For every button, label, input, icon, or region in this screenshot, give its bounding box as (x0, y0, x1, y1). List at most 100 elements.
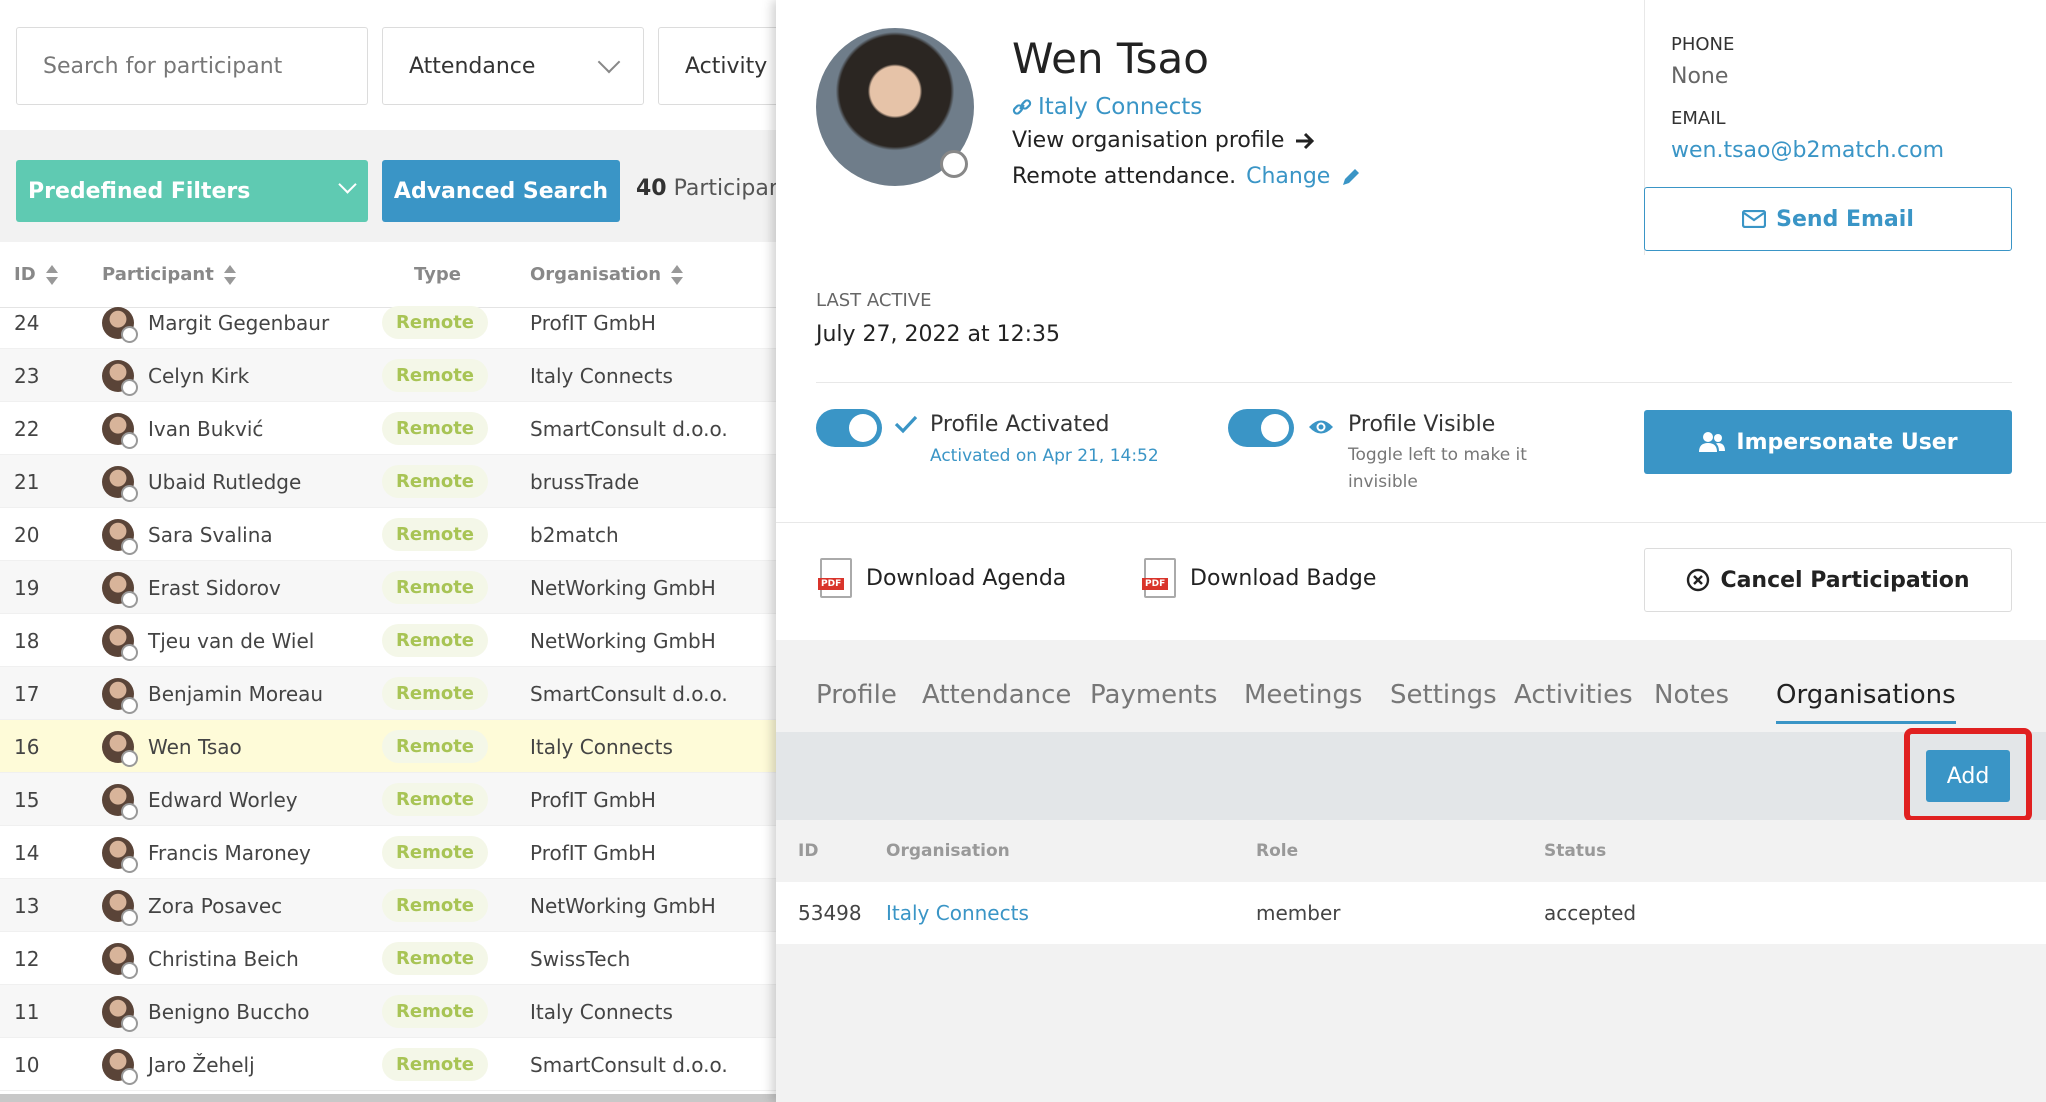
pencil-icon[interactable] (1340, 166, 1362, 188)
header-organisation[interactable]: Organisation (530, 264, 684, 285)
phone-label: PHONE (1671, 34, 1735, 55)
header-participant[interactable]: Participant (102, 264, 236, 285)
participant-count-label: Participan (673, 176, 776, 201)
row-participant[interactable]: Sara Svalina (102, 508, 273, 561)
table-row[interactable]: 19 Erast Sidorov Remote NetWorking GmbH (0, 561, 776, 614)
tab-profile[interactable]: Profile (816, 680, 897, 710)
table-row[interactable]: 22 Ivan Bukvić Remote SmartConsult d.o.o. (0, 402, 776, 455)
download-badge-link[interactable]: Download Badge (1142, 558, 1376, 598)
profile-activated-label: Profile Activated (930, 412, 1110, 437)
search-input[interactable]: Search for participant (16, 27, 368, 105)
row-participant[interactable]: Margit Gegenbaur (102, 296, 329, 349)
eye-icon (1309, 420, 1333, 434)
table-row[interactable]: 18 Tjeu van de Wiel Remote NetWorking GmbH (0, 614, 776, 667)
predefined-filters-button[interactable]: Predefined Filters (16, 160, 368, 222)
tab-attendance[interactable]: Attendance (922, 680, 1071, 710)
type-badge: Remote (382, 624, 489, 657)
users-icon (1699, 432, 1726, 452)
view-organisation-link[interactable]: View organisation profile (1012, 128, 1316, 153)
row-participant[interactable]: Francis Maroney (102, 826, 311, 879)
row-organisation: ProfIT GmbH (530, 310, 656, 335)
impersonate-user-button[interactable]: Impersonate User (1644, 410, 2012, 474)
pdf-icon (818, 558, 852, 598)
table-row[interactable]: 17 Benjamin Moreau Remote SmartConsult d.o.… (0, 667, 776, 720)
attendance-text: Remote attendance. (1012, 164, 1237, 189)
row-organisation: ProfIT GmbH (530, 840, 656, 865)
profile-visible-hint: Toggle left to make it invisible (1348, 445, 1527, 492)
table-row[interactable]: 11 Benigno Buccho Remote Italy Connects (0, 985, 776, 1038)
table-row[interactable]: 14 Francis Maroney Remote ProfIT GmbH (0, 826, 776, 879)
row-participant[interactable]: Wen Tsao (102, 720, 242, 773)
org-status: accepted (1544, 901, 1637, 925)
row-participant[interactable]: Benjamin Moreau (102, 667, 323, 720)
tab-activities[interactable]: Activities (1514, 680, 1633, 710)
row-type: Remote (382, 349, 489, 402)
last-active-label: LAST ACTIVE (816, 290, 932, 311)
table-row[interactable]: 15 Edward Worley Remote ProfIT GmbH (0, 773, 776, 826)
avatar (102, 306, 138, 343)
horizontal-scrollbar[interactable] (0, 1094, 776, 1102)
avatar (102, 624, 138, 661)
add-organisation-button[interactable]: Add (1926, 750, 2010, 802)
table-row[interactable]: 20 Sara Svalina Remote b2match (0, 508, 776, 561)
row-participant[interactable]: Zora Posavec (102, 879, 282, 932)
arrow-right-icon (1296, 132, 1315, 149)
table-row[interactable]: 21 Ubaid Rutledge Remote brussTrade (0, 455, 776, 508)
row-participant-name: Jaro Žehelj (148, 1052, 255, 1077)
table-row[interactable]: 12 Christina Beich Remote SwissTech (0, 932, 776, 985)
activity-select-label: Activity (685, 53, 768, 79)
profile-visible-toggle[interactable] (1228, 409, 1294, 447)
row-participant[interactable]: Ubaid Rutledge (102, 455, 301, 508)
activity-select[interactable]: Activity (658, 27, 776, 105)
table-row[interactable]: 23 Celyn Kirk Remote Italy Connects (0, 349, 776, 402)
advanced-search-button[interactable]: Advanced Search (382, 160, 620, 222)
row-participant[interactable]: Benigno Buccho (102, 985, 310, 1038)
row-participant[interactable]: Celyn Kirk (102, 349, 249, 402)
tab-settings[interactable]: Settings (1390, 680, 1497, 710)
tab-meetings[interactable]: Meetings (1244, 680, 1362, 710)
table-row[interactable]: 13 Zora Posavec Remote NetWorking GmbH (0, 879, 776, 932)
row-participant[interactable]: Ivan Bukvić (102, 402, 263, 455)
avatar (102, 412, 138, 449)
row-participant[interactable]: Edward Worley (102, 773, 298, 826)
participants-panel: Search for participant Attendance Activi… (0, 0, 776, 1102)
download-agenda-link[interactable]: Download Agenda (818, 558, 1066, 598)
avatar (102, 677, 138, 714)
org-id: 53498 (798, 901, 862, 925)
row-type: Remote (382, 1038, 489, 1091)
tab-notes[interactable]: Notes (1654, 680, 1729, 710)
attendance-select[interactable]: Attendance (382, 27, 644, 105)
row-participant[interactable]: Erast Sidorov (102, 561, 281, 614)
row-organisation: ProfIT GmbH (530, 787, 656, 812)
tab-organisations[interactable]: Organisations (1776, 680, 1956, 724)
type-badge: Remote (382, 518, 489, 551)
cancel-participation-button[interactable]: Cancel Participation (1644, 548, 2012, 612)
row-id: 11 (14, 999, 40, 1024)
header-id[interactable]: ID (14, 264, 58, 285)
profile-activated-toggle[interactable] (816, 409, 882, 447)
type-badge: Remote (382, 465, 489, 498)
tab-bar: Profile Attendance Payments Meetings Setting… (776, 640, 2046, 732)
org-name-link[interactable]: Italy Connects (886, 882, 1029, 944)
tab-payments[interactable]: Payments (1090, 680, 1217, 710)
organisations-toolbar (776, 732, 2046, 820)
table-row[interactable]: 10 Jaro Žehelj Remote SmartConsult d.o.o. (0, 1038, 776, 1091)
row-participant[interactable]: Tjeu van de Wiel (102, 614, 314, 667)
send-email-button[interactable]: Send Email (1644, 187, 2012, 251)
table-row[interactable]: 16 Wen Tsao Remote Italy Connects (0, 720, 776, 773)
row-type: Remote (382, 667, 489, 720)
chevron-down-icon (597, 50, 621, 74)
row-participant-name: Zora Posavec (148, 893, 283, 918)
row-type: Remote (382, 932, 489, 985)
organisation-link[interactable]: Italy Connects (1012, 94, 1202, 120)
participant-detail-panel: Wen Tsao Italy Connects View organisatio… (776, 0, 2046, 1102)
table-row[interactable]: 24 Margit Gegenbaur Remote ProfIT GmbH (0, 296, 776, 349)
row-organisation: SwissTech (530, 946, 631, 971)
profile-card: Wen Tsao Italy Connects View organisatio… (776, 0, 2046, 640)
email-link[interactable]: wen.tsao@b2match.com (1671, 138, 1944, 163)
avatar (102, 836, 138, 873)
change-attendance-link[interactable]: Change (1246, 164, 1330, 189)
header-participant-label: Participant (102, 264, 214, 285)
row-participant[interactable]: Christina Beich (102, 932, 299, 985)
row-participant[interactable]: Jaro Žehelj (102, 1038, 255, 1091)
